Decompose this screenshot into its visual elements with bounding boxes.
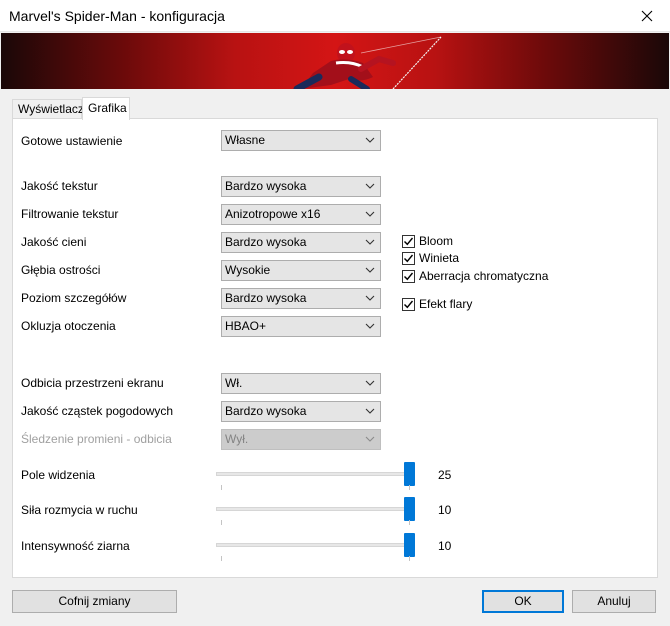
ambient-occlusion-select[interactable]: HBAO+	[221, 316, 381, 337]
shadow-quality-value: Bardzo wysoka	[225, 235, 307, 249]
vignette-checkbox[interactable]: Winieta	[402, 250, 459, 266]
chevron-down-icon	[365, 267, 375, 273]
tab-graphics[interactable]: Grafika	[82, 97, 130, 120]
slider-tick	[221, 556, 222, 561]
film-grain-value: 10	[438, 539, 452, 553]
fov-label: Pole widzenia	[21, 468, 96, 482]
level-of-detail-value: Bardzo wysoka	[225, 291, 307, 305]
motion-blur-label: Siła rozmycia w ruchu	[21, 503, 138, 517]
checkbox-box[interactable]	[402, 251, 415, 265]
weather-particles-value: Bardzo wysoka	[225, 404, 307, 418]
lens-flare-label: Efekt flary	[419, 297, 473, 311]
fov-slider-track[interactable]	[216, 472, 406, 476]
checkmark-icon	[404, 237, 414, 245]
texture-filtering-label: Filtrowanie tekstur	[21, 207, 119, 221]
fov-value: 25	[438, 468, 452, 482]
checkmark-icon	[404, 254, 414, 262]
ray-tracing-label: Śledzenie promieni - odbicia	[21, 432, 172, 446]
texture-quality-label: Jakość tekstur	[21, 179, 98, 193]
chevron-down-icon	[365, 323, 375, 329]
chevron-down-icon	[365, 183, 375, 189]
game-banner	[1, 33, 669, 89]
level-of-detail-select[interactable]: Bardzo wysoka	[221, 288, 381, 309]
bloom-label: Bloom	[419, 234, 454, 248]
motion-blur-value: 10	[438, 503, 452, 517]
chevron-down-icon	[365, 408, 375, 414]
weather-particles-label: Jakość cząstek pogodowych	[21, 404, 174, 418]
graphics-panel: Gotowe ustawienie Własne Jakość tekstur …	[12, 118, 658, 578]
chevron-down-icon	[365, 239, 375, 245]
film-grain-slider-track[interactable]	[216, 543, 406, 547]
film-grain-label: Intensywność ziarna	[21, 539, 130, 553]
ray-tracing-select: Wył.	[221, 429, 381, 450]
texture-filtering-select[interactable]: Anizotropowe x16	[221, 204, 381, 225]
vignette-label: Winieta	[419, 251, 460, 265]
ssr-label: Odbicia przestrzeni ekranu	[21, 376, 164, 390]
title-bar: Marvel's Spider-Man - konfiguracja	[0, 0, 670, 32]
checkbox-box[interactable]	[402, 297, 415, 311]
ok-button[interactable]: OK	[482, 590, 564, 613]
revert-button[interactable]: Cofnij zmiany	[12, 590, 177, 613]
shadow-quality-label: Jakość cieni	[21, 235, 87, 249]
ambient-occlusion-label: Okluzja otoczenia	[21, 319, 116, 333]
checkbox-box[interactable]	[402, 234, 415, 248]
texture-quality-select[interactable]: Bardzo wysoka	[221, 176, 381, 197]
chevron-down-icon	[365, 380, 375, 386]
cancel-button[interactable]: Anuluj	[572, 590, 656, 613]
chevron-down-icon	[365, 436, 375, 442]
shadow-quality-select[interactable]: Bardzo wysoka	[221, 232, 381, 253]
close-icon	[641, 10, 653, 22]
lens-flare-checkbox[interactable]: Efekt flary	[402, 296, 472, 312]
chevron-down-icon	[365, 295, 375, 301]
ssr-select[interactable]: Wł.	[221, 373, 381, 394]
motion-blur-slider-thumb[interactable]	[404, 497, 415, 521]
slider-tick	[409, 485, 410, 490]
spider-man-artwork	[293, 36, 442, 89]
bloom-checkbox[interactable]: Bloom	[402, 233, 453, 249]
preset-label: Gotowe ustawienie	[21, 134, 123, 148]
ray-tracing-value: Wył.	[225, 432, 249, 446]
texture-filtering-value: Anizotropowe x16	[225, 207, 321, 221]
level-of-detail-label: Poziom szczegółów	[21, 291, 127, 305]
texture-quality-value: Bardzo wysoka	[225, 179, 307, 193]
checkmark-icon	[404, 300, 414, 308]
chromatic-aberration-checkbox[interactable]: Aberracja chromatyczna	[402, 268, 548, 284]
depth-of-field-select[interactable]: Wysokie	[221, 260, 381, 281]
checkmark-icon	[404, 272, 414, 280]
depth-of-field-value: Wysokie	[225, 263, 271, 277]
chevron-down-icon	[365, 137, 375, 143]
fov-slider-thumb[interactable]	[404, 462, 415, 486]
depth-of-field-label: Głębia ostrości	[21, 263, 101, 277]
slider-tick	[409, 556, 410, 561]
preset-value: Własne	[225, 133, 266, 147]
chromatic-aberration-label: Aberracja chromatyczna	[419, 269, 549, 283]
motion-blur-slider-track[interactable]	[216, 507, 406, 511]
close-button[interactable]	[624, 0, 670, 32]
slider-tick	[221, 485, 222, 490]
chevron-down-icon	[365, 211, 375, 217]
tab-display[interactable]: Wyświetlacz	[12, 99, 84, 119]
checkbox-box[interactable]	[402, 269, 415, 283]
ambient-occlusion-value: HBAO+	[225, 319, 267, 333]
slider-tick	[409, 520, 410, 525]
preset-select[interactable]: Własne	[221, 130, 381, 151]
ssr-value: Wł.	[225, 376, 243, 390]
window-title: Marvel's Spider-Man - konfiguracja	[9, 8, 225, 24]
film-grain-slider-thumb[interactable]	[404, 533, 415, 557]
weather-particles-select[interactable]: Bardzo wysoka	[221, 401, 381, 422]
slider-tick	[221, 520, 222, 525]
